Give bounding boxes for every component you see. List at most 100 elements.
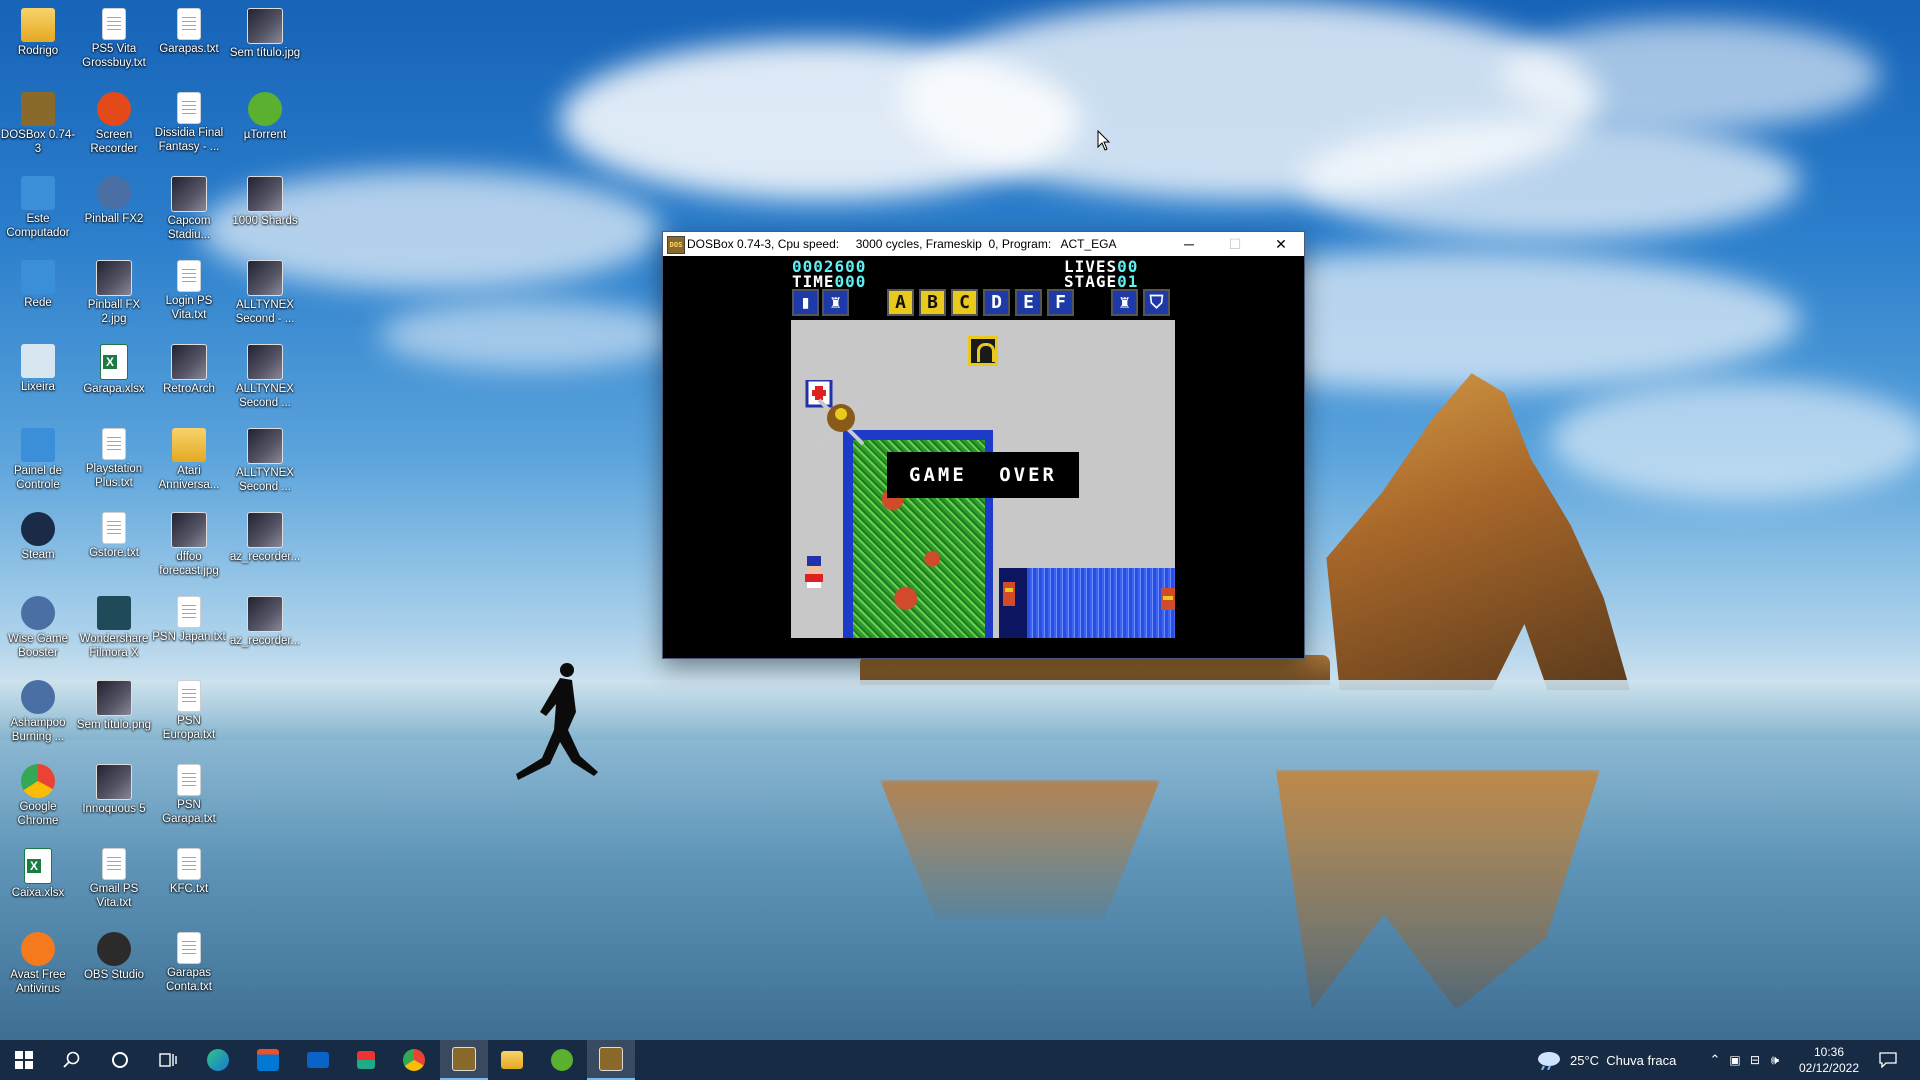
desktop-icon-label: dffoo forecast.jpg — [159, 551, 219, 577]
desktop-icon[interactable]: ALLTYNEX Second ... — [227, 424, 303, 494]
desktop-icon[interactable]: Playstation Plus.txt — [76, 424, 152, 490]
desktop-icon[interactable]: Wondershare Filmora X — [76, 592, 152, 660]
show-hidden-icons-chevron-icon[interactable]: ⌃ — [1705, 1052, 1725, 1068]
image-file-icon — [247, 8, 283, 44]
volume-icon[interactable]: 🕪 — [1765, 1052, 1785, 1068]
desktop-icon-label: Rede — [24, 297, 52, 309]
dosbox-icon[interactable]: DOS — [667, 236, 685, 254]
desktop-icon[interactable]: Garapa.xlsx — [76, 340, 152, 396]
taskbar-dosbox-pinned[interactable] — [440, 1040, 488, 1080]
desktop-icon[interactable]: Gmail PS Vita.txt — [76, 844, 152, 910]
desktop-icon-label: az_recorder... — [229, 635, 301, 647]
desktop-icon-label: DOSBox 0.74-3 — [0, 129, 76, 155]
task-view-button[interactable] — [144, 1040, 192, 1080]
search-button[interactable] — [48, 1040, 96, 1080]
desktop-icon[interactable]: Dissidia Final Fantasy - ... — [151, 88, 227, 154]
desktop-icon-label: RetroArch — [163, 383, 215, 395]
desktop-icon[interactable]: ALLTYNEX Second - ... — [227, 256, 303, 326]
desktop-icon[interactable]: PSN Garapa.txt — [151, 760, 227, 826]
notifications-button[interactable] — [1864, 1040, 1912, 1080]
close-button[interactable]: ✕ — [1258, 232, 1304, 256]
text-file-icon — [102, 8, 126, 40]
text-file-icon — [177, 932, 201, 964]
desktop-icon[interactable]: Caixa.xlsx — [0, 844, 76, 900]
letter-slot-f: F — [1047, 289, 1074, 316]
text-file-icon — [177, 260, 201, 292]
game-over-message: GAME OVER — [887, 452, 1079, 498]
desktop-icon-label: Caixa.xlsx — [11, 887, 65, 899]
desktop-icon[interactable]: PSN Europa.txt — [151, 676, 227, 742]
text-file-icon — [177, 680, 201, 712]
dosbox-window[interactable]: DOS DOSBox 0.74-3, Cpu speed: 3000 cycle… — [663, 232, 1304, 658]
desktop-icon[interactable]: Innoquous 5 — [76, 760, 152, 816]
desktop-icon[interactable]: az_recorder... — [227, 508, 303, 564]
game-screen[interactable]: 0002600 TIME000 LIVES00 STAGE01 ▮ ♜ A B … — [663, 256, 1304, 658]
folder-icon — [501, 1051, 523, 1069]
taskbar-dosbox-active[interactable] — [587, 1040, 635, 1080]
text-file-icon — [177, 764, 201, 796]
image-file-icon — [247, 260, 283, 296]
desktop-icon[interactable]: Rodrigo — [0, 4, 76, 58]
maximize-button[interactable]: ☐ — [1212, 232, 1258, 256]
meet-now-icon[interactable]: ▣ — [1725, 1053, 1745, 1067]
obs-icon — [97, 932, 131, 966]
desktop-icon[interactable]: Avast Free Antivirus — [0, 928, 76, 996]
desktop-icon[interactable]: Atari Anniversa... — [151, 424, 227, 492]
cortana-button[interactable] — [96, 1040, 144, 1080]
letter-slot-b: B — [919, 289, 946, 316]
desktop-icon-label: Ashampoo Burning ... — [10, 717, 66, 743]
desktop-icon[interactable]: Ashampoo Burning ... — [0, 676, 76, 744]
desktop-icon[interactable]: Wise Game Booster — [0, 592, 76, 660]
desktop-icon[interactable]: Sem título.png — [76, 676, 152, 732]
desktop-icon[interactable]: PS5 Vita Grossbuy.txt — [76, 4, 152, 70]
desktop-icon[interactable]: Sem título.jpg — [227, 4, 303, 60]
desktop-icon[interactable]: Capcom Stadiu... — [151, 172, 227, 242]
desktop-icon[interactable]: Gstore.txt — [76, 508, 152, 560]
desktop-icon-label: Lixeira — [21, 381, 55, 393]
notification-icon — [1879, 1052, 1897, 1068]
network-icon[interactable]: ⊟ — [1745, 1053, 1765, 1067]
chrome-icon — [403, 1049, 425, 1071]
desktop-icon-label: KFC.txt — [169, 883, 209, 895]
desktop-icon[interactable]: Screen Recorder — [76, 88, 152, 156]
minimize-button[interactable]: ─ — [1166, 232, 1212, 256]
desktop-icon[interactable]: Garapas Conta.txt — [151, 928, 227, 994]
desktop-icon[interactable]: DOSBox 0.74-3 — [0, 88, 76, 156]
desktop-icon[interactable]: Steam — [0, 508, 76, 562]
weather-widget[interactable]: 25°C Chuva fraca — [1536, 1040, 1676, 1080]
taskbar-explorer[interactable] — [488, 1040, 536, 1080]
window-titlebar[interactable]: DOS DOSBox 0.74-3, Cpu speed: 3000 cycle… — [663, 232, 1304, 256]
pickup-item — [968, 336, 998, 366]
desktop-icon[interactable]: dffoo forecast.jpg — [151, 508, 227, 578]
game-booster-icon — [21, 596, 55, 630]
runner-silhouette — [516, 663, 598, 780]
desktop-icon[interactable]: Garapas.txt — [151, 4, 227, 56]
desktop-icon-label: ALLTYNEX Second ... — [236, 467, 294, 493]
letter-slot-c: C — [951, 289, 978, 316]
desktop-icon[interactable]: OBS Studio — [76, 928, 152, 982]
desktop-icon[interactable]: Pinball FX 2.jpg — [76, 256, 152, 326]
desktop-icon[interactable]: Painel de Controle — [0, 424, 76, 492]
taskbar-edge[interactable] — [194, 1040, 242, 1080]
desktop-icon-label: Sem título.jpg — [229, 47, 301, 59]
desktop-icon[interactable]: 1000 Shards — [227, 172, 303, 228]
start-button[interactable] — [0, 1040, 48, 1080]
desktop-icon[interactable]: µTorrent — [227, 88, 303, 142]
desktop-icon[interactable]: az_recorder... — [227, 592, 303, 648]
system-clock[interactable]: 10:36 02/12/2022 — [1794, 1044, 1864, 1076]
desktop-icon[interactable]: Google Chrome — [0, 760, 76, 828]
taskbar-ftp[interactable] — [342, 1040, 390, 1080]
desktop-icon[interactable]: Pinball FX2 — [76, 172, 152, 226]
desktop-icon[interactable]: Login PS Vita.txt — [151, 256, 227, 322]
desktop-icon[interactable]: Lixeira — [0, 340, 76, 394]
taskbar-utorrent[interactable] — [538, 1040, 586, 1080]
taskbar-chrome[interactable] — [390, 1040, 438, 1080]
desktop-icon[interactable]: Este Computador — [0, 172, 76, 240]
desktop-icon[interactable]: ALLTYNEX Second ... — [227, 340, 303, 410]
desktop-icon[interactable]: Rede — [0, 256, 76, 310]
taskbar-store[interactable] — [244, 1040, 292, 1080]
desktop-icon[interactable]: PSN Japan.txt — [151, 592, 227, 644]
taskbar-mail[interactable] — [294, 1040, 342, 1080]
desktop-icon[interactable]: RetroArch — [151, 340, 227, 396]
desktop-icon[interactable]: KFC.txt — [151, 844, 227, 896]
